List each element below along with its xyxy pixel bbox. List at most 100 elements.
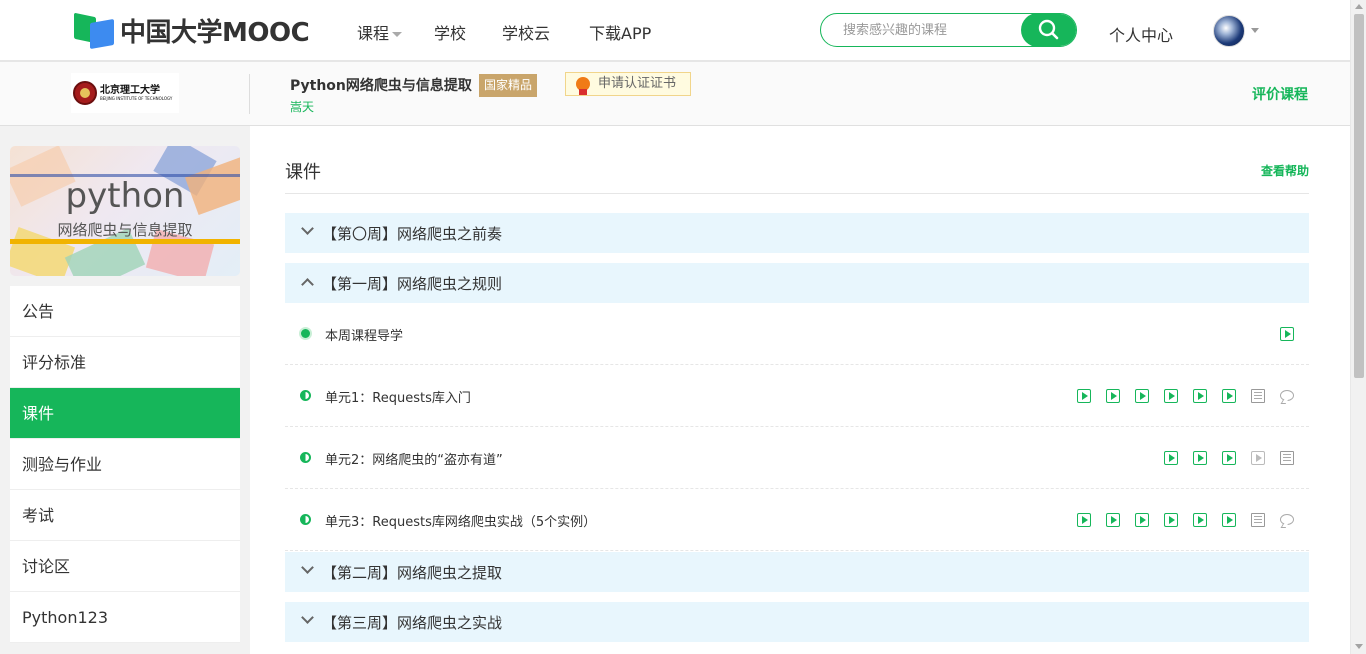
nav-download-app[interactable]: 下载APP xyxy=(589,20,651,44)
discussion-icon[interactable] xyxy=(1280,390,1294,401)
mooc-logo-icon xyxy=(74,12,116,50)
video-icon[interactable] xyxy=(1280,327,1294,341)
video-icon[interactable] xyxy=(1106,513,1120,527)
video-icon[interactable] xyxy=(1222,389,1236,403)
logo-text: 中国大学MOOC xyxy=(120,17,310,48)
lesson-title: 单元1：Requests库入门 xyxy=(325,391,471,406)
video-icon[interactable] xyxy=(1135,389,1149,403)
school-name-cn: 北京理工大学 xyxy=(100,85,160,96)
video-icon[interactable] xyxy=(1164,513,1178,527)
chapter-title: 【第三周】网络爬虫之实战 xyxy=(322,614,503,632)
video-icon[interactable] xyxy=(1193,513,1207,527)
lesson-row[interactable]: 单元2：网络爬虫的“盗亦有道” xyxy=(285,427,1309,489)
divider xyxy=(285,193,1309,194)
chevron-down-icon xyxy=(392,32,403,37)
nav-courses[interactable]: 课程 xyxy=(357,20,403,44)
scroll-up-arrow-icon[interactable] xyxy=(1355,4,1363,9)
sidebar-item-exam[interactable]: 考试 xyxy=(10,490,240,541)
video-icon[interactable] xyxy=(1077,513,1091,527)
video-icon[interactable] xyxy=(1193,389,1207,403)
mooc-logo[interactable]: 中国大学MOOC xyxy=(74,12,310,50)
progress-partial-icon xyxy=(300,390,311,401)
lesson-title: 单元3：Requests库网络爬虫实战（5个实例） xyxy=(325,515,597,530)
nav-schools[interactable]: 学校 xyxy=(434,20,466,44)
chapter-week-0[interactable]: 【第〇周】网络爬虫之前奏 xyxy=(285,213,1309,253)
chevron-down-icon xyxy=(301,561,314,574)
video-icon[interactable] xyxy=(1193,451,1207,465)
video-unwatched-icon[interactable] xyxy=(1251,451,1265,465)
sidebar-menu: 公告 评分标准 课件 测验与作业 考试 讨论区 Python123 xyxy=(10,286,240,643)
apply-certificate-button[interactable]: 申请认证证书 xyxy=(565,72,691,96)
user-center-link[interactable]: 个人中心 xyxy=(1109,22,1173,46)
apply-certificate-label: 申请认证证书 xyxy=(598,76,677,91)
sidebar-item-forum[interactable]: 讨论区 xyxy=(10,541,240,592)
scrollbar-thumb[interactable] xyxy=(1354,14,1364,378)
search-button[interactable] xyxy=(1021,14,1076,46)
lesson-resources xyxy=(1077,389,1294,403)
lesson-resources xyxy=(1164,451,1294,465)
document-icon[interactable] xyxy=(1251,513,1265,527)
chapter-title: 【第〇周】网络爬虫之前奏 xyxy=(322,225,503,243)
video-icon[interactable] xyxy=(1164,389,1178,403)
page-scrollbar[interactable] xyxy=(1350,0,1366,654)
school-logo[interactable]: 北京理工大学 BEIJING INSTITUTE OF TECHNOLOGY xyxy=(71,73,179,113)
chapter-title: 【第二周】网络爬虫之提取 xyxy=(322,564,503,582)
national-quality-badge: 国家精品 xyxy=(479,74,538,97)
chevron-down-icon xyxy=(301,611,314,624)
discussion-icon[interactable] xyxy=(1280,514,1294,525)
nav-courses-label: 课程 xyxy=(357,24,390,43)
courseware-panel: 课件 查看帮助 【第〇周】网络爬虫之前奏 【第一周】网络爬虫之规则 本周课程导学… xyxy=(250,126,1350,654)
divider xyxy=(249,74,250,114)
lesson-row[interactable]: 本周课程导学 xyxy=(285,303,1309,365)
scroll-down-arrow-icon[interactable] xyxy=(1355,644,1363,649)
document-icon[interactable] xyxy=(1280,451,1294,465)
rate-course-link[interactable]: 评价课程 xyxy=(1252,84,1308,104)
lesson-resources xyxy=(1077,513,1294,527)
progress-partial-icon xyxy=(300,514,311,525)
video-icon[interactable] xyxy=(1077,389,1091,403)
progress-complete-icon xyxy=(299,327,312,340)
school-name-en: BEIJING INSTITUTE OF TECHNOLOGY xyxy=(100,96,173,101)
sidebar-item-courseware[interactable]: 课件 xyxy=(10,388,240,439)
chapter-week-2[interactable]: 【第二周】网络爬虫之提取 xyxy=(285,552,1309,592)
chapter-week-1[interactable]: 【第一周】网络爬虫之规则 xyxy=(285,263,1309,303)
document-icon[interactable] xyxy=(1251,389,1265,403)
sidebar-item-announcements[interactable]: 公告 xyxy=(10,286,240,337)
video-icon[interactable] xyxy=(1135,513,1149,527)
school-seal-icon xyxy=(73,81,97,105)
video-icon[interactable] xyxy=(1222,451,1236,465)
page-title: 课件 xyxy=(285,162,321,183)
chevron-up-icon xyxy=(301,278,314,291)
teacher-link[interactable]: 嵩天 xyxy=(290,98,314,115)
lesson-row[interactable]: 单元3：Requests库网络爬虫实战（5个实例） xyxy=(285,489,1309,551)
sidebar-item-python123[interactable]: Python123 xyxy=(10,592,240,643)
lesson-title: 单元2：网络爬虫的“盗亦有道” xyxy=(325,453,503,468)
school-name: 北京理工大学 BEIJING INSTITUTE OF TECHNOLOGY xyxy=(100,85,172,101)
search-input[interactable] xyxy=(821,14,1021,46)
video-icon[interactable] xyxy=(1106,389,1120,403)
nav-school-cloud[interactable]: 学校云 xyxy=(502,20,550,44)
help-link[interactable]: 查看帮助 xyxy=(1261,162,1309,179)
video-icon[interactable] xyxy=(1222,513,1236,527)
avatar[interactable] xyxy=(1213,15,1245,47)
sidebar-item-grading[interactable]: 评分标准 xyxy=(10,337,240,388)
progress-partial-icon xyxy=(300,452,311,463)
course-cover-image: python 网络爬虫与信息提取 xyxy=(10,146,240,276)
course-sidebar: python 网络爬虫与信息提取 公告 评分标准 课件 测验与作业 考试 讨论区… xyxy=(10,146,240,643)
sidebar-item-quizzes[interactable]: 测验与作业 xyxy=(10,439,240,490)
chapter-week-3[interactable]: 【第三周】网络爬虫之实战 xyxy=(285,602,1309,642)
cover-title: python xyxy=(65,176,185,216)
cover-subtitle: 网络爬虫与信息提取 xyxy=(57,221,193,239)
chapter-title: 【第一周】网络爬虫之规则 xyxy=(322,275,503,293)
lesson-row[interactable]: 单元1：Requests库入门 xyxy=(285,365,1309,427)
certificate-icon xyxy=(576,77,590,95)
lesson-title: 本周课程导学 xyxy=(325,329,404,344)
search-icon xyxy=(1038,19,1059,40)
course-header: 北京理工大学 BEIJING INSTITUTE OF TECHNOLOGY P… xyxy=(0,61,1350,126)
search-box xyxy=(820,13,1077,47)
chevron-down-icon xyxy=(301,222,314,235)
avatar-chevron-down-icon[interactable] xyxy=(1251,28,1259,33)
top-nav: 中国大学MOOC 课程 学校 学校云 下载APP 个人中心 xyxy=(0,0,1350,61)
video-icon[interactable] xyxy=(1164,451,1178,465)
lesson-resources xyxy=(1280,327,1294,341)
